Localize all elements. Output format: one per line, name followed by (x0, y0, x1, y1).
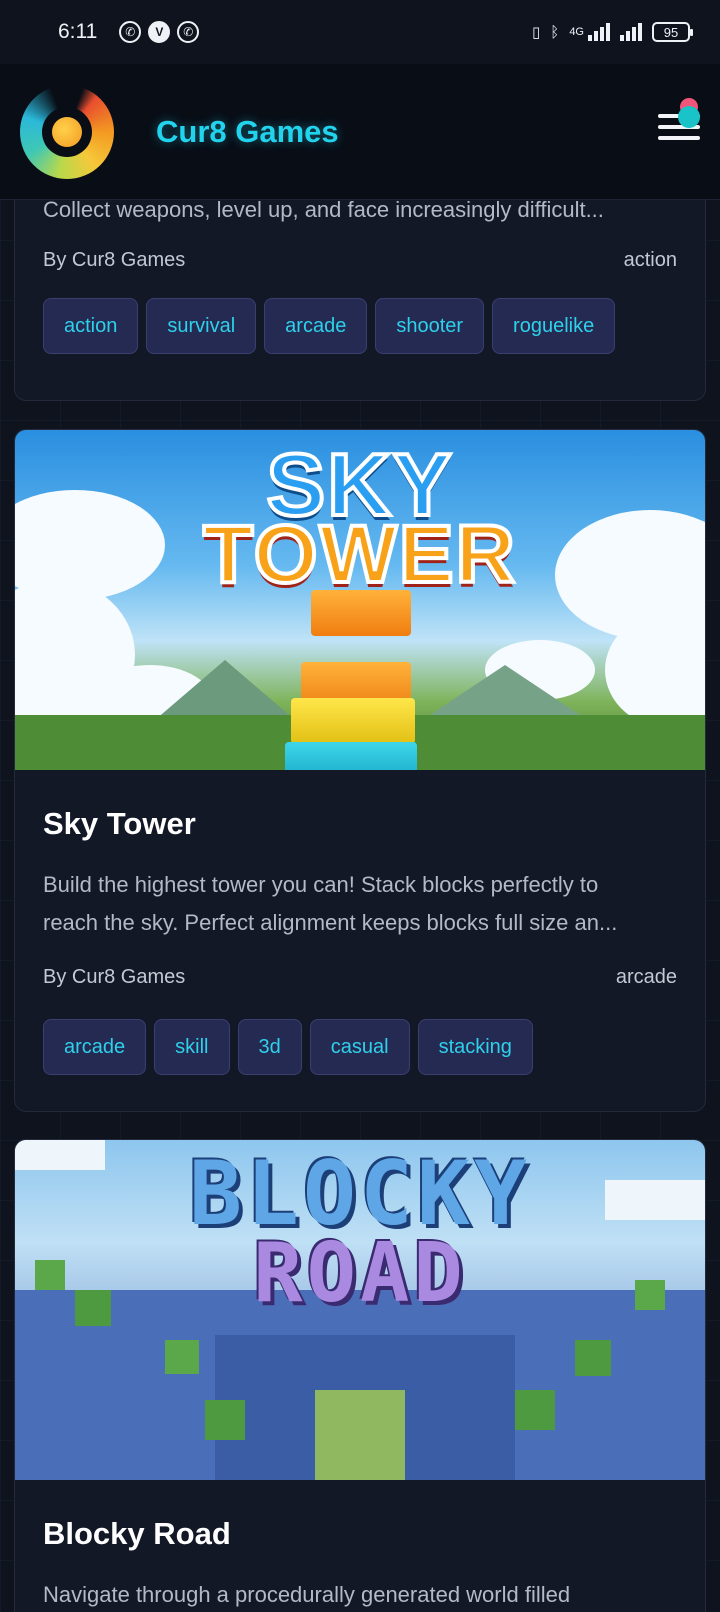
notification-dot-icon (678, 106, 700, 128)
cur8-logo-icon[interactable] (20, 84, 114, 179)
signal-icon (588, 23, 610, 41)
app-header: Cur8 Games (0, 64, 720, 200)
system-icons: ▯ ᛒ 4G 95 (532, 22, 693, 42)
status-bar: 6:11 ✆ V ✆ ▯ ᛒ 4G 95 (0, 0, 720, 64)
tree (205, 1400, 245, 1440)
whatsapp-icon: ✆ (119, 21, 142, 43)
tag-list: action survival arcade shooter roguelike (43, 298, 677, 354)
tree (575, 1340, 611, 1376)
mountain (155, 660, 295, 720)
whatsapp-icon: ✆ (177, 21, 200, 43)
menu-bar (658, 136, 700, 140)
tag-chip[interactable]: skill (154, 1019, 230, 1075)
tag-chip[interactable]: 3d (237, 1019, 302, 1075)
card-category: action (623, 249, 677, 271)
card-author: By Cur8 Games (43, 966, 186, 988)
card-meta: By Cur8 Games action (43, 249, 677, 272)
card-title[interactable]: Sky Tower (43, 770, 677, 842)
battery-icon: 95 (652, 22, 693, 42)
tag-chip[interactable]: arcade (264, 298, 368, 354)
card-description: Navigate through a procedurally generate… (43, 1576, 677, 1612)
tower-block (285, 742, 417, 770)
card-author: By Cur8 Games (43, 249, 186, 271)
tag-chip[interactable]: stacking (417, 1019, 533, 1075)
network-type: 4G (569, 26, 584, 38)
tree (165, 1340, 199, 1374)
floating-block (311, 590, 411, 636)
signal-icon (620, 23, 642, 41)
app-title[interactable]: Cur8 Games (156, 114, 339, 150)
game-card-sky-tower[interactable]: SKY TOWER Sky Tower Build the highest to… (14, 429, 706, 1112)
tower-block (291, 698, 415, 744)
bluetooth-icon: ᛒ (550, 23, 560, 41)
tag-list: arcade skill 3d casual stacking (43, 1019, 677, 1075)
verified-app-icon: V (148, 21, 171, 43)
tag-chip[interactable]: shooter (375, 298, 485, 354)
tag-chip[interactable]: action (43, 298, 139, 354)
description-line: reach the sky. Perfect alignment keeps b… (43, 910, 618, 935)
notification-icons: ✆ V ✆ (119, 21, 200, 43)
card-title[interactable]: Blocky Road (43, 1480, 677, 1552)
card-category: arcade (615, 966, 677, 988)
game-card-blocky-road[interactable]: BLOCKY ROAD Blocky Road Navigate through… (14, 1139, 706, 1612)
tree (515, 1390, 555, 1430)
game-thumbnail[interactable]: BLOCKY ROAD (15, 1140, 705, 1480)
description-line: Navigate through a procedurally generate… (43, 1582, 571, 1607)
valley (315, 1390, 405, 1480)
tower-block (301, 662, 411, 700)
status-time: 6:11 (58, 20, 98, 43)
card-meta: By Cur8 Games arcade (43, 966, 677, 989)
tag-chip[interactable]: roguelike (492, 298, 616, 354)
game-thumbnail[interactable]: SKY TOWER (15, 430, 705, 770)
vibrate-icon: ▯ (532, 24, 541, 41)
image-title-line-2: ROAD (253, 1226, 467, 1321)
battery-level: 95 (663, 24, 679, 40)
image-title-line-2: TOWER (201, 507, 517, 602)
hamburger-menu-button[interactable] (658, 98, 700, 144)
description-line: Build the highest tower you can! Stack b… (43, 872, 599, 897)
tag-chip[interactable]: arcade (43, 1019, 147, 1075)
card-description: Build the highest tower you can! Stack b… (43, 866, 677, 942)
tag-chip[interactable]: casual (309, 1019, 410, 1075)
tag-chip[interactable]: survival (146, 298, 257, 354)
